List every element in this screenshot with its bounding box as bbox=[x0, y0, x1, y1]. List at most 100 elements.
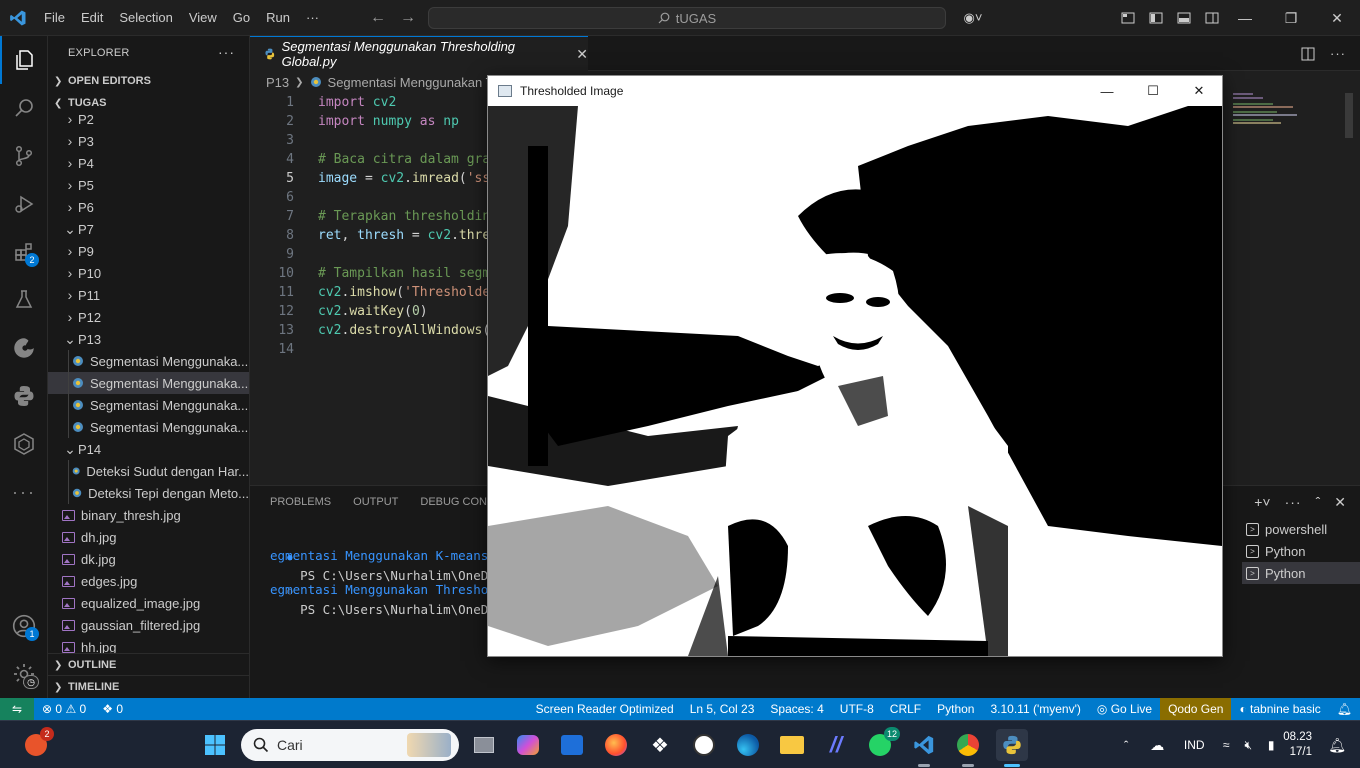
tree-file[interactable]: binary_thresh.jpg bbox=[48, 504, 249, 526]
toggle-primary-sidebar-icon[interactable] bbox=[1148, 10, 1164, 26]
eol-status[interactable]: CRLF bbox=[882, 698, 929, 720]
tab-output[interactable]: OUTPUT bbox=[353, 496, 398, 508]
manage-gear-icon[interactable]: ◷ bbox=[0, 650, 48, 698]
tree-folder[interactable]: ⌄ P13 bbox=[48, 328, 249, 350]
extensions-icon[interactable]: 2 bbox=[0, 228, 48, 276]
menu-run[interactable]: Run bbox=[258, 0, 298, 36]
volume-mute-icon[interactable]: 🔇︎ bbox=[1237, 738, 1259, 753]
tree-file[interactable]: dk.jpg bbox=[48, 548, 249, 570]
soccer-app-icon[interactable] bbox=[688, 729, 720, 761]
language-indicator[interactable]: IND bbox=[1173, 738, 1215, 752]
close-icon[interactable]: ✕ bbox=[1176, 76, 1222, 106]
editor-tab-active[interactable]: Segmentasi Menggunakan Thresholding Glob… bbox=[250, 36, 588, 71]
menu-go[interactable]: Go bbox=[225, 0, 258, 36]
back-arrow-icon[interactable]: ← bbox=[370, 9, 386, 27]
terminal-item[interactable]: > powershell bbox=[1242, 518, 1360, 540]
edge-browser-icon[interactable] bbox=[732, 729, 764, 761]
tree-folder[interactable]: › P9 bbox=[48, 240, 249, 262]
more-views-icon[interactable]: ··· bbox=[0, 468, 48, 516]
toggle-panel-icon[interactable] bbox=[1176, 10, 1192, 26]
toggle-layout-icon[interactable] bbox=[1120, 10, 1136, 26]
tree-file[interactable]: Deteksi Tepi dengan Meto... bbox=[48, 482, 249, 504]
maximize-icon[interactable]: ☐ bbox=[1130, 76, 1176, 106]
go-live-status[interactable]: ◎ Go Live bbox=[1089, 698, 1160, 720]
weather-widget-icon[interactable]: 2 bbox=[20, 727, 54, 761]
forward-arrow-icon[interactable]: → bbox=[400, 9, 416, 27]
toggle-secondary-sidebar-icon[interactable] bbox=[1204, 10, 1220, 26]
source-control-icon[interactable] bbox=[0, 132, 48, 180]
remote-explorer-icon[interactable] bbox=[0, 324, 48, 372]
command-center-search[interactable]: tUGAS bbox=[428, 7, 946, 29]
tree-folder[interactable]: › P4 bbox=[48, 152, 249, 174]
minimap[interactable] bbox=[1225, 93, 1353, 485]
problems-status[interactable]: ⊗ 0 ⚠ 0 bbox=[34, 698, 94, 720]
tree-folder[interactable]: › P10 bbox=[48, 262, 249, 284]
terminal-item[interactable]: > Python bbox=[1242, 562, 1360, 584]
chrome-icon[interactable] bbox=[952, 729, 984, 767]
tree-folder[interactable]: › P6 bbox=[48, 196, 249, 218]
remote-indicator-icon[interactable]: ⇋ bbox=[0, 698, 34, 720]
indentation-status[interactable]: Spaces: 4 bbox=[762, 698, 831, 720]
tree-file[interactable]: dh.jpg bbox=[48, 526, 249, 548]
breadcrumb-folder[interactable]: P13 bbox=[266, 75, 289, 90]
explorer-icon[interactable] bbox=[0, 36, 48, 84]
panel-more-icon[interactable]: ··· bbox=[1285, 494, 1302, 510]
encoding-status[interactable]: UTF-8 bbox=[832, 698, 882, 720]
notifications-bell-icon[interactable]: 🔔︎ bbox=[1329, 698, 1360, 720]
minimize-icon[interactable]: — bbox=[1222, 0, 1268, 36]
tree-file[interactable]: Deteksi Sudut dengan Har... bbox=[48, 460, 249, 482]
onedrive-cloud-icon[interactable]: ☁ bbox=[1141, 737, 1173, 754]
docker-icon[interactable] bbox=[0, 420, 48, 468]
system-clock[interactable]: 08.23 17/1 bbox=[1283, 730, 1360, 760]
python-taskbar-icon[interactable] bbox=[996, 729, 1028, 767]
accounts-icon[interactable]: 1 bbox=[0, 602, 48, 650]
battery-icon[interactable]: ▮ bbox=[1259, 738, 1283, 752]
tree-folder[interactable]: ⌄ P7 bbox=[48, 218, 249, 240]
task-view-icon[interactable] bbox=[468, 729, 500, 761]
wifi-icon[interactable]: ≈ bbox=[1215, 738, 1237, 752]
vscode-taskbar-icon[interactable] bbox=[908, 729, 940, 767]
run-debug-icon[interactable] bbox=[0, 180, 48, 228]
close-tab-icon[interactable]: ✕ bbox=[576, 46, 588, 63]
cursor-position-status[interactable]: Ln 5, Col 23 bbox=[682, 698, 763, 720]
minimize-icon[interactable]: — bbox=[1084, 76, 1130, 106]
editor-more-icon[interactable]: ··· bbox=[1330, 46, 1346, 61]
tree-file[interactable]: equalized_image.jpg bbox=[48, 592, 249, 614]
tabnine-status[interactable]: ◐ tabnine basic bbox=[1231, 698, 1328, 720]
maximize-panel-icon[interactable]: ˆ bbox=[1316, 494, 1321, 510]
outline-section[interactable]: ❯ OUTLINE bbox=[48, 654, 249, 676]
language-mode-status[interactable]: Python bbox=[929, 698, 982, 720]
open-editors-section[interactable]: ❯ OPEN EDITORS bbox=[48, 70, 249, 92]
thresholded-image-window[interactable]: Thresholded Image — ☐ ✕ bbox=[487, 75, 1223, 657]
microsoft-store-icon[interactable] bbox=[556, 729, 588, 761]
copilot-icon[interactable]: ◉˅ bbox=[958, 10, 988, 26]
breadcrumb-file[interactable]: Segmentasi Menggunakan T bbox=[328, 75, 494, 90]
ports-status[interactable]: ❖ 0 bbox=[94, 698, 131, 720]
taskbar-search[interactable]: Cari bbox=[241, 729, 459, 761]
tree-folder[interactable]: › P2 bbox=[48, 108, 249, 130]
tree-file[interactable]: gaussian_filtered.jpg bbox=[48, 614, 249, 636]
terminal-item[interactable]: > Python bbox=[1242, 540, 1360, 562]
new-terminal-icon[interactable]: +˅ bbox=[1254, 494, 1270, 510]
menu-more[interactable]: ··· bbox=[298, 0, 327, 36]
tree-file[interactable]: Segmentasi Menggunaka... bbox=[48, 372, 249, 394]
screen-reader-status[interactable]: Screen Reader Optimized bbox=[528, 698, 682, 720]
menu-view[interactable]: View bbox=[181, 0, 225, 36]
tree-file[interactable]: edges.jpg bbox=[48, 570, 249, 592]
tree-file[interactable]: Segmentasi Menggunaka... bbox=[48, 416, 249, 438]
explorer-more-icon[interactable]: ··· bbox=[218, 44, 235, 60]
notification-center-icon[interactable]: 🔔︎ bbox=[1328, 737, 1346, 754]
dropbox-icon[interactable]: ❖ bbox=[644, 729, 676, 761]
menu-selection[interactable]: Selection bbox=[111, 0, 180, 36]
close-panel-icon[interactable]: ✕ bbox=[1334, 494, 1346, 511]
qodo-gen-status[interactable]: Qodo Gen bbox=[1160, 698, 1232, 720]
close-window-icon[interactable]: ✕ bbox=[1314, 0, 1360, 36]
tree-folder[interactable]: › P11 bbox=[48, 284, 249, 306]
tree-folder[interactable]: › P3 bbox=[48, 130, 249, 152]
split-editor-icon[interactable] bbox=[1300, 46, 1316, 62]
testing-icon[interactable] bbox=[0, 276, 48, 324]
file-explorer-icon[interactable] bbox=[776, 729, 808, 761]
python-interpreter-status[interactable]: 3.10.11 ('myenv') bbox=[982, 698, 1088, 720]
copilot-app-icon[interactable] bbox=[512, 729, 544, 761]
tree-folder[interactable]: ⌄ P14 bbox=[48, 438, 249, 460]
